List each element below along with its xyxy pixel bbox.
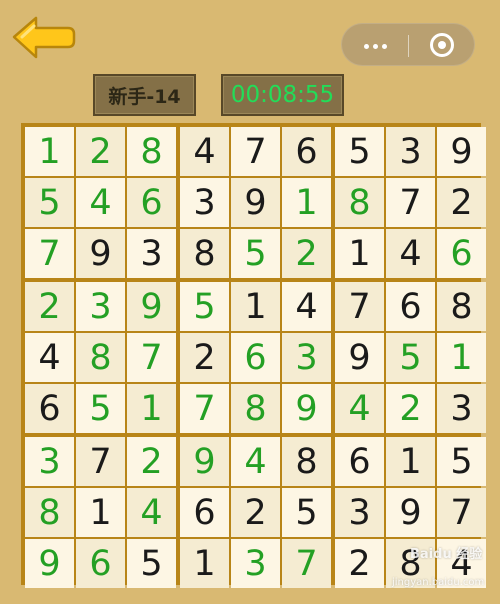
watermark-logo-text: Baidu 经验	[410, 547, 483, 562]
sudoku-cell[interactable]: 4	[127, 488, 176, 537]
sudoku-cell[interactable]: 8	[335, 178, 384, 227]
sudoku-cell[interactable]: 6	[25, 384, 74, 433]
sudoku-cell[interactable]: 3	[335, 488, 384, 537]
close-button[interactable]	[409, 24, 475, 67]
sudoku-cell[interactable]: 5	[437, 437, 486, 486]
mini-program-capsule	[341, 23, 475, 66]
sudoku-cell[interactable]: 2	[386, 384, 435, 433]
sudoku-cell[interactable]: 8	[437, 282, 486, 331]
sudoku-board: 1284765395463918727938521462395147684872…	[21, 123, 486, 588]
sudoku-cell[interactable]: 9	[76, 229, 125, 278]
sudoku-cell[interactable]: 3	[25, 437, 74, 486]
watermark: Baidu 经验 jingyan.baidu.com	[392, 547, 484, 589]
sudoku-cell[interactable]: 7	[25, 229, 74, 278]
sudoku-cell[interactable]: 3	[76, 282, 125, 331]
sudoku-cell[interactable]: 7	[127, 333, 176, 382]
sudoku-cell[interactable]: 2	[437, 178, 486, 227]
sudoku-cell[interactable]: 5	[282, 488, 331, 537]
sudoku-cell[interactable]: 6	[386, 282, 435, 331]
sudoku-cell[interactable]: 1	[231, 282, 280, 331]
sudoku-cell[interactable]: 9	[386, 488, 435, 537]
sudoku-cell[interactable]: 6	[335, 437, 384, 486]
sudoku-cell[interactable]: 5	[335, 127, 384, 176]
sudoku-cell[interactable]: 6	[127, 178, 176, 227]
sudoku-cell[interactable]: 3	[231, 539, 280, 588]
sudoku-cell[interactable]: 8	[127, 127, 176, 176]
sudoku-cell[interactable]: 7	[180, 384, 229, 433]
sudoku-cell[interactable]: 5	[76, 384, 125, 433]
sudoku-cell[interactable]: 1	[25, 127, 74, 176]
sudoku-cell[interactable]: 9	[25, 539, 74, 588]
sudoku-cell[interactable]: 3	[386, 127, 435, 176]
sudoku-cell[interactable]: 6	[437, 229, 486, 278]
sudoku-cell[interactable]: 9	[127, 282, 176, 331]
sudoku-cell[interactable]: 2	[335, 539, 384, 588]
sudoku-cell[interactable]: 8	[231, 384, 280, 433]
sudoku-cell[interactable]: 9	[437, 127, 486, 176]
sudoku-cell[interactable]: 3	[437, 384, 486, 433]
sudoku-cell[interactable]: 7	[335, 282, 384, 331]
timer-display: 00:08:55	[221, 74, 344, 116]
sudoku-cell[interactable]: 7	[386, 178, 435, 227]
sudoku-cell[interactable]: 4	[335, 384, 384, 433]
sudoku-cell[interactable]: 1	[76, 488, 125, 537]
sudoku-cell[interactable]: 7	[437, 488, 486, 537]
level-label: 新手-14	[93, 74, 196, 116]
sudoku-cell[interactable]: 1	[335, 229, 384, 278]
sudoku-cell[interactable]: 5	[127, 539, 176, 588]
watermark-url: jingyan.baidu.com	[392, 577, 485, 588]
sudoku-cell[interactable]: 4	[231, 437, 280, 486]
sudoku-cell[interactable]: 7	[76, 437, 125, 486]
sudoku-cell[interactable]: 2	[127, 437, 176, 486]
sudoku-cell[interactable]: 4	[25, 333, 74, 382]
sudoku-cell[interactable]: 9	[231, 178, 280, 227]
back-button[interactable]	[10, 14, 76, 60]
sudoku-cell[interactable]: 6	[231, 333, 280, 382]
sudoku-cell[interactable]: 6	[76, 539, 125, 588]
sudoku-cell[interactable]: 8	[282, 437, 331, 486]
sudoku-cell[interactable]: 2	[76, 127, 125, 176]
sudoku-cell[interactable]: 6	[282, 127, 331, 176]
sudoku-cell[interactable]: 8	[25, 488, 74, 537]
sudoku-cell[interactable]: 7	[231, 127, 280, 176]
sudoku-cell[interactable]: 2	[231, 488, 280, 537]
sudoku-cell[interactable]: 5	[386, 333, 435, 382]
more-button[interactable]	[342, 24, 408, 67]
sudoku-cell[interactable]: 6	[180, 488, 229, 537]
sudoku-cell[interactable]: 1	[127, 384, 176, 433]
sudoku-cell[interactable]: 9	[335, 333, 384, 382]
sudoku-cell[interactable]: 7	[282, 539, 331, 588]
sudoku-cell[interactable]: 1	[437, 333, 486, 382]
sudoku-cell[interactable]: 1	[386, 437, 435, 486]
sudoku-cell[interactable]: 2	[282, 229, 331, 278]
sudoku-cell[interactable]: 2	[25, 282, 74, 331]
sudoku-cell[interactable]: 5	[180, 282, 229, 331]
sudoku-cell[interactable]: 8	[76, 333, 125, 382]
sudoku-cell[interactable]: 5	[231, 229, 280, 278]
sudoku-cell[interactable]: 1	[282, 178, 331, 227]
sudoku-cell[interactable]: 4	[386, 229, 435, 278]
sudoku-cell[interactable]: 8	[180, 229, 229, 278]
sudoku-cell[interactable]: 1	[180, 539, 229, 588]
sudoku-cell[interactable]: 5	[25, 178, 74, 227]
sudoku-cell[interactable]: 9	[180, 437, 229, 486]
back-arrow-icon	[12, 16, 76, 59]
sudoku-cell[interactable]: 4	[282, 282, 331, 331]
sudoku-cell[interactable]: 3	[180, 178, 229, 227]
sudoku-cell[interactable]: 4	[180, 127, 229, 176]
sudoku-cell[interactable]: 2	[180, 333, 229, 382]
sudoku-cell[interactable]: 3	[282, 333, 331, 382]
sudoku-cell[interactable]: 4	[76, 178, 125, 227]
sudoku-cell[interactable]: 9	[282, 384, 331, 433]
sudoku-cell[interactable]: 3	[127, 229, 176, 278]
